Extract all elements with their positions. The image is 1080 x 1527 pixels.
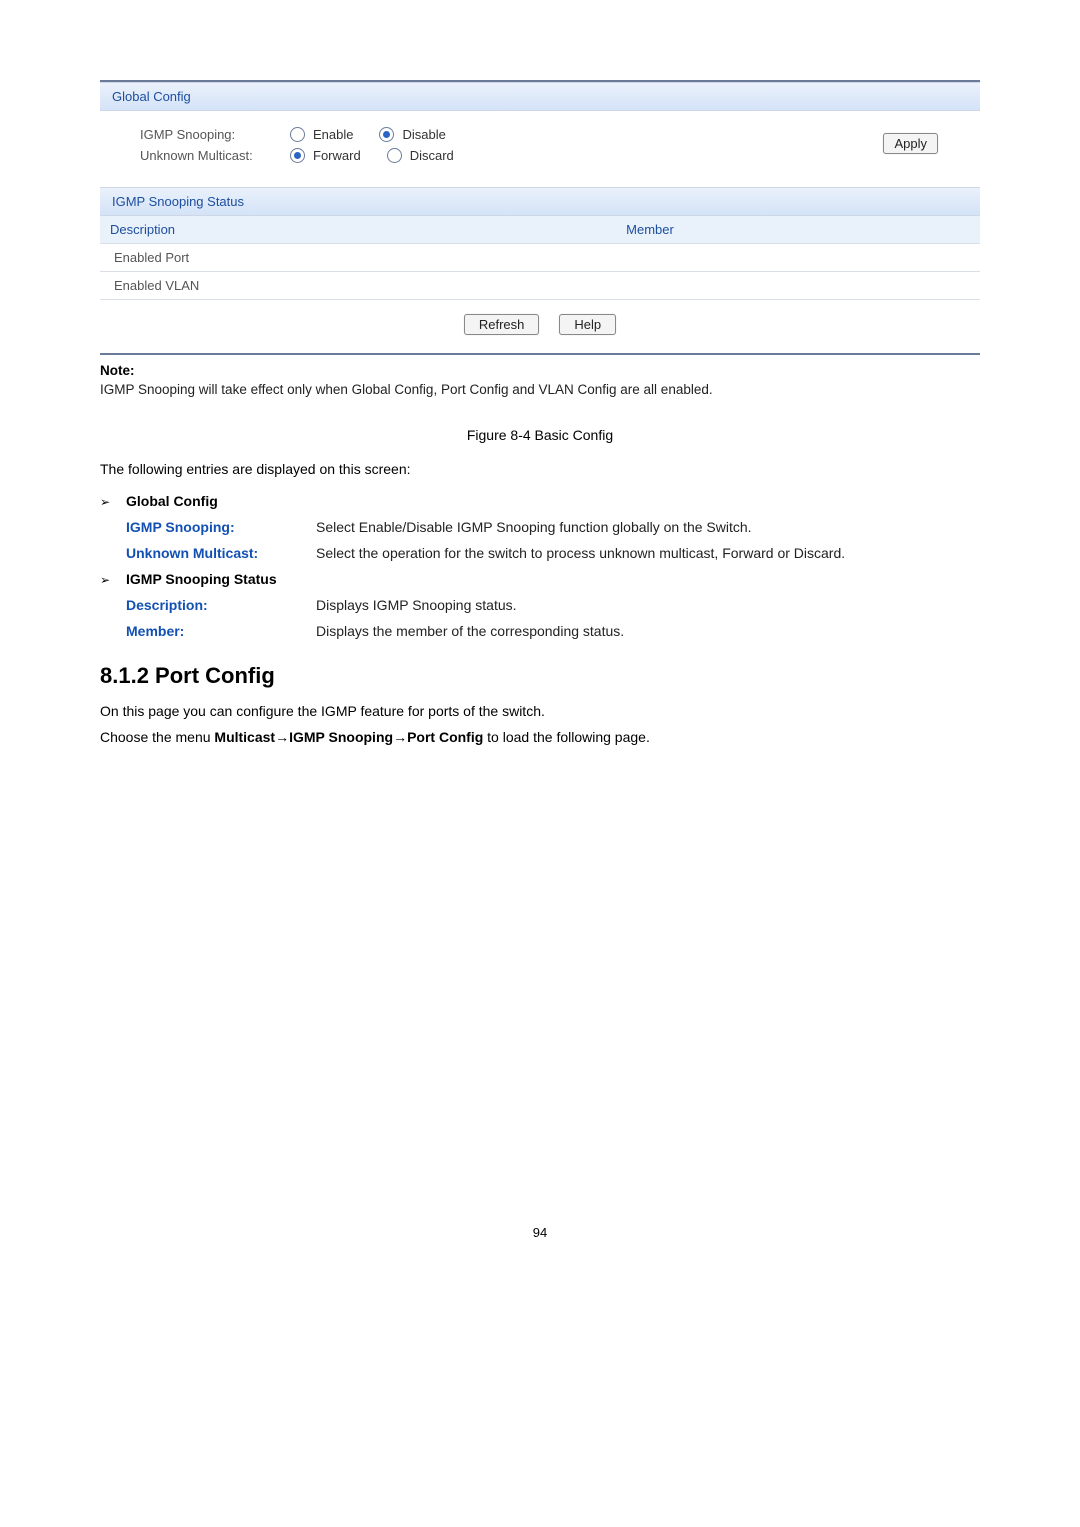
radio-unknown-discard[interactable]	[387, 148, 402, 163]
bullet-global-title: Global Config	[126, 493, 218, 509]
para2-post: to load the following page.	[483, 729, 650, 745]
row-enabled-port: Enabled Port	[100, 244, 320, 272]
desc-member: Displays the member of the corresponding…	[316, 623, 980, 639]
table-row: Enabled Port	[100, 244, 980, 272]
config-panel: Global Config IGMP Snooping: Enable Disa…	[100, 80, 980, 355]
bullet-icon: ➢	[100, 573, 126, 587]
help-button[interactable]: Help	[559, 314, 616, 335]
radio-igmp-disable-label: Disable	[402, 127, 445, 142]
radio-igmp-enable[interactable]	[290, 127, 305, 142]
radio-unknown-forward-label: Forward	[313, 148, 361, 163]
figure-caption: Figure 8-4 Basic Config	[100, 427, 980, 443]
radio-unknown-forward[interactable]	[290, 148, 305, 163]
para2-arrow1: →	[275, 729, 289, 745]
para2-b3: Port Config	[407, 729, 483, 745]
table-row: Enabled VLAN	[100, 272, 980, 300]
col-member: Member	[320, 216, 980, 244]
def-unknown-multicast: Unknown Multicast: Select the operation …	[126, 545, 980, 561]
term-member: Member:	[126, 623, 316, 639]
para2-b1: Multicast	[214, 729, 275, 745]
row-enabled-vlan-member	[320, 272, 980, 300]
row-enabled-vlan: Enabled VLAN	[100, 272, 320, 300]
panel-divider	[100, 353, 980, 355]
bullet-status: ➢ IGMP Snooping Status	[100, 571, 980, 587]
term-igmp-snooping: IGMP Snooping:	[126, 519, 316, 535]
para2: Choose the menu Multicast→IGMP Snooping→…	[100, 729, 980, 745]
apply-button[interactable]: Apply	[883, 133, 938, 154]
intro-line: The following entries are displayed on t…	[100, 461, 980, 477]
para2-b2: IGMP Snooping	[289, 729, 393, 745]
para2-pre: Choose the menu	[100, 729, 214, 745]
def-description: Description: Displays IGMP Snooping stat…	[126, 597, 980, 613]
status-header: IGMP Snooping Status	[100, 187, 980, 216]
radio-igmp-enable-label: Enable	[313, 127, 353, 142]
para2-arrow2: →	[393, 729, 407, 745]
desc-igmp-snooping: Select Enable/Disable IGMP Snooping func…	[316, 519, 980, 535]
bullet-status-title: IGMP Snooping Status	[126, 571, 277, 587]
section-heading: 8.1.2 Port Config	[100, 663, 980, 689]
desc-description: Displays IGMP Snooping status.	[316, 597, 980, 613]
bullet-global: ➢ Global Config	[100, 493, 980, 509]
refresh-button[interactable]: Refresh	[464, 314, 540, 335]
para1: On this page you can configure the IGMP …	[100, 703, 980, 719]
row-enabled-port-member	[320, 244, 980, 272]
note-text: IGMP Snooping will take effect only when…	[100, 382, 980, 397]
def-igmp-snooping: IGMP Snooping: Select Enable/Disable IGM…	[126, 519, 980, 535]
radio-unknown-discard-label: Discard	[410, 148, 454, 163]
def-member: Member: Displays the member of the corre…	[126, 623, 980, 639]
igmp-snooping-label: IGMP Snooping:	[112, 127, 290, 142]
status-table: Description Member Enabled Port Enabled …	[100, 216, 980, 300]
desc-unknown-multicast: Select the operation for the switch to p…	[316, 545, 980, 561]
button-row: Refresh Help	[100, 300, 980, 353]
global-config-body: IGMP Snooping: Enable Disable Unknown Mu…	[100, 111, 980, 187]
col-description: Description	[100, 216, 320, 244]
term-description: Description:	[126, 597, 316, 613]
radio-igmp-disable[interactable]	[379, 127, 394, 142]
note-label: Note:	[100, 363, 980, 378]
bullet-icon: ➢	[100, 495, 126, 509]
igmp-snooping-row: IGMP Snooping: Enable Disable	[112, 127, 525, 142]
unknown-multicast-label: Unknown Multicast:	[112, 148, 290, 163]
page-number: 94	[100, 1225, 980, 1240]
global-config-header: Global Config	[100, 82, 980, 111]
term-unknown-multicast: Unknown Multicast:	[126, 545, 316, 561]
unknown-multicast-row: Unknown Multicast: Forward Discard	[112, 148, 525, 163]
